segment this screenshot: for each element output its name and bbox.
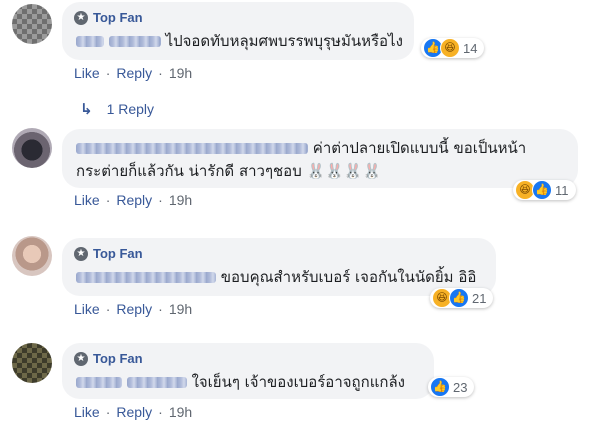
comment-text-row: ไปจอดทับหลุมศพบรรพบุรุษมันหรือไง <box>76 30 403 52</box>
comment-bubble: ★ Top Fan ขอบคุณสำหรับเบอร์ เจอกันในนัดย… <box>62 238 496 296</box>
separator: · <box>105 301 111 317</box>
separator: · <box>105 65 111 81</box>
separator: · <box>158 404 163 420</box>
blurred-name[interactable] <box>76 36 104 47</box>
avatar[interactable] <box>12 343 52 383</box>
star-icon: ★ <box>74 10 88 25</box>
badge-label: Top Fan <box>93 246 143 261</box>
avatar[interactable] <box>12 128 52 168</box>
separator: · <box>158 192 163 208</box>
like-icon: 👍 <box>532 180 552 200</box>
blurred-name[interactable] <box>76 377 122 388</box>
reaction-count: 21 <box>472 290 487 306</box>
reply-link[interactable]: Reply <box>116 65 152 81</box>
reaction-count: 11 <box>555 182 569 198</box>
comment-text-row: ใจเย็นๆ เจ้าของเบอร์อาจถูกแกล้ง <box>76 371 405 393</box>
timestamp[interactable]: 19h <box>169 65 192 81</box>
comment-actions: Like · Reply · 19h <box>74 65 192 81</box>
comment-actions: Like · Reply · 19h <box>74 192 192 208</box>
comment-text-line-2: กระต่ายก็แล้วกัน น่ารักดี สาวๆชอบ 🐰🐰🐰🐰 <box>76 162 382 180</box>
comment-text-row: ค่าต่าปลายเปิดแบบนี้ ขอเป็นหน้า <box>76 137 526 159</box>
like-link[interactable]: Like <box>74 301 100 317</box>
separator: · <box>105 192 111 208</box>
badge-label: Top Fan <box>93 351 143 366</box>
reaction-summary[interactable]: 😆 👍 11 <box>513 180 576 200</box>
timestamp[interactable]: 19h <box>169 404 192 420</box>
comment-text: ใจเย็นๆ เจ้าของเบอร์อาจถูกแกล้ง <box>191 373 405 391</box>
comment-bubble: ★ Top Fan ไปจอดทับหลุมศพบรรพบุรุษมันหรือ… <box>62 2 414 60</box>
separator: · <box>158 65 163 81</box>
comment-text-row: ขอบคุณสำหรับเบอร์ เจอกันในนัดยิ้ม อิอิ <box>76 266 476 288</box>
reaction-count: 14 <box>463 40 478 56</box>
top-fan-badge[interactable]: ★ Top Fan <box>74 10 143 25</box>
comment-bubble: ค่าต่าปลายเปิดแบบนี้ ขอเป็นหน้า กระต่ายก… <box>62 129 578 188</box>
reaction-count: 23 <box>453 379 468 395</box>
comment-text-line-1: ค่าต่าปลายเปิดแบบนี้ ขอเป็นหน้า <box>312 139 527 157</box>
top-fan-badge[interactable]: ★ Top Fan <box>74 246 143 261</box>
separator: · <box>105 404 111 420</box>
comment-actions: Like · Reply · 19h <box>74 404 192 420</box>
reaction-summary[interactable]: 👍 23 <box>428 377 475 397</box>
comment-text: ขอบคุณสำหรับเบอร์ เจอกันในนัดยิ้ม อิอิ <box>220 268 477 286</box>
timestamp[interactable]: 19h <box>169 301 192 317</box>
view-replies-link[interactable]: ↳ 1 Reply <box>80 100 154 118</box>
like-link[interactable]: Like <box>74 192 100 208</box>
comment-actions: Like · Reply · 19h <box>74 301 192 317</box>
top-fan-badge[interactable]: ★ Top Fan <box>74 351 143 366</box>
reaction-summary[interactable]: 😆 👍 21 <box>430 288 494 308</box>
separator: · <box>158 301 163 317</box>
comment-bubble: ★ Top Fan ใจเย็นๆ เจ้าของเบอร์อาจถูกแกล้… <box>62 343 434 399</box>
avatar[interactable] <box>12 4 52 44</box>
reply-arrow-icon: ↳ <box>80 101 93 118</box>
like-link[interactable]: Like <box>74 404 100 420</box>
reply-link[interactable]: Reply <box>116 301 152 317</box>
star-icon: ★ <box>74 351 88 366</box>
star-icon: ★ <box>74 246 88 261</box>
blurred-name[interactable] <box>76 143 308 154</box>
reaction-summary[interactable]: 👍 😆 14 <box>421 38 485 58</box>
blurred-name[interactable] <box>126 377 187 388</box>
badge-label: Top Fan <box>93 10 143 25</box>
avatar[interactable] <box>12 236 52 276</box>
comment-text: ไปจอดทับหลุมศพบรรพบุรุษมันหรือไง <box>165 32 403 50</box>
replies-label: 1 Reply <box>106 101 155 117</box>
blurred-name[interactable] <box>108 36 161 47</box>
timestamp[interactable]: 19h <box>169 192 192 208</box>
like-icon: 👍 <box>449 288 469 308</box>
like-link[interactable]: Like <box>74 65 100 81</box>
haha-icon: 😆 <box>440 38 460 58</box>
reply-link[interactable]: Reply <box>116 192 152 208</box>
blurred-name[interactable] <box>76 272 216 283</box>
reply-link[interactable]: Reply <box>116 404 152 420</box>
like-icon: 👍 <box>430 377 450 397</box>
